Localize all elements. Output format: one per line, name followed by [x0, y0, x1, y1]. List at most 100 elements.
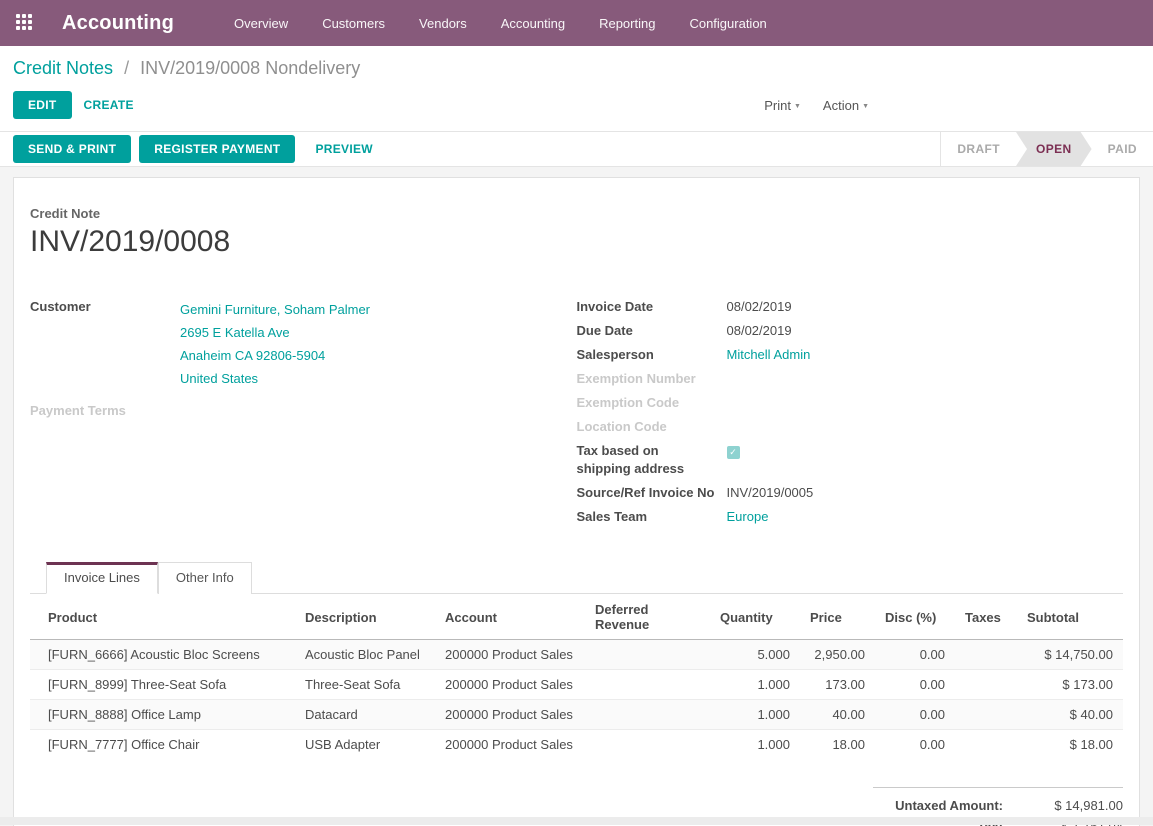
- document-number: INV/2019/0008: [30, 225, 1123, 259]
- cell-taxes: [955, 730, 1017, 760]
- cell-price: 2,950.00: [800, 640, 875, 670]
- cell-price: 173.00: [800, 670, 875, 700]
- main-menu: Overview Customers Vendors Accounting Re…: [234, 16, 767, 31]
- create-button[interactable]: CREATE: [72, 91, 146, 119]
- document-type-label: Credit Note: [30, 206, 1123, 221]
- col-price: Price: [800, 594, 875, 640]
- location-code-label: Location Code: [577, 415, 727, 439]
- col-quantity: Quantity: [710, 594, 800, 640]
- exemption-code-value: [727, 391, 1124, 415]
- customer-country[interactable]: United States: [180, 367, 577, 390]
- top-navbar: Accounting Overview Customers Vendors Ac…: [0, 0, 1153, 46]
- check-icon: ✓: [729, 448, 737, 457]
- cell-deferred: [585, 670, 710, 700]
- status-open[interactable]: OPEN: [1016, 132, 1092, 166]
- tax-shipping-checkbox[interactable]: ✓: [727, 446, 740, 459]
- print-label: Print: [764, 98, 791, 113]
- edit-button[interactable]: EDIT: [13, 91, 72, 119]
- notebook-tabs: Invoice Lines Other Info: [30, 561, 1123, 594]
- col-description: Description: [295, 594, 435, 640]
- cell-account: 200000 Product Sales: [435, 700, 585, 730]
- cell-description: Datacard: [295, 700, 435, 730]
- chevron-down-icon: ▼: [859, 103, 869, 110]
- tab-other-info[interactable]: Other Info: [158, 562, 252, 594]
- cell-quantity: 1.000: [710, 700, 800, 730]
- tab-invoice-lines[interactable]: Invoice Lines: [46, 562, 158, 594]
- breadcrumb-current: INV/2019/0008 Nondelivery: [140, 58, 360, 78]
- cell-taxes: [955, 700, 1017, 730]
- status-widget: DRAFT OPEN PAID: [940, 132, 1153, 166]
- breadcrumb-credit-notes[interactable]: Credit Notes: [13, 58, 113, 78]
- invoice-lines-table: Product Description Account Deferred Rev…: [30, 594, 1123, 759]
- cell-quantity: 1.000: [710, 730, 800, 760]
- table-header-row: Product Description Account Deferred Rev…: [30, 594, 1123, 640]
- menu-vendors[interactable]: Vendors: [419, 16, 467, 31]
- cell-description: Acoustic Bloc Panel: [295, 640, 435, 670]
- fields-left: Customer Gemini Furniture, Soham Palmer …: [30, 295, 577, 529]
- tax-shipping-label: Tax based on shipping address: [577, 439, 725, 481]
- status-draft[interactable]: DRAFT: [941, 132, 1016, 166]
- table-row[interactable]: [FURN_8999] Three-Seat Sofa Three-Seat S…: [30, 670, 1123, 700]
- send-print-button[interactable]: SEND & PRINT: [13, 135, 131, 163]
- cell-subtotal: $ 18.00: [1017, 730, 1123, 760]
- exemption-code-label: Exemption Code: [577, 391, 727, 415]
- control-panel: Credit Notes / INV/2019/0008 Nondelivery…: [0, 46, 1153, 131]
- col-disc: Disc (%): [875, 594, 955, 640]
- table-row[interactable]: [FURN_7777] Office Chair USB Adapter 200…: [30, 730, 1123, 760]
- cell-description: Three-Seat Sofa: [295, 670, 435, 700]
- cell-disc: 0.00: [875, 640, 955, 670]
- sales-team-label: Sales Team: [577, 505, 727, 529]
- location-code-value: [727, 415, 1124, 439]
- col-taxes: Taxes: [955, 594, 1017, 640]
- cell-disc: 0.00: [875, 730, 955, 760]
- print-dropdown[interactable]: Print▼: [764, 98, 801, 113]
- cell-disc: 0.00: [875, 670, 955, 700]
- due-date-label: Due Date: [577, 319, 727, 343]
- cell-taxes: [955, 640, 1017, 670]
- salesperson-value[interactable]: Mitchell Admin: [727, 343, 1124, 367]
- breadcrumb-separator: /: [118, 58, 135, 78]
- customer-street[interactable]: 2695 E Katella Ave: [180, 321, 577, 344]
- menu-reporting[interactable]: Reporting: [599, 16, 655, 31]
- sales-team-value[interactable]: Europe: [727, 505, 1124, 529]
- customer-label: Customer: [30, 295, 180, 393]
- cell-account: 200000 Product Sales: [435, 670, 585, 700]
- cell-subtotal: $ 40.00: [1017, 700, 1123, 730]
- customer-name-link[interactable]: Gemini Furniture, Soham Palmer: [180, 298, 577, 321]
- app-title[interactable]: Accounting: [62, 12, 174, 35]
- action-dropdown[interactable]: Action▼: [823, 98, 869, 113]
- register-payment-button[interactable]: REGISTER PAYMENT: [139, 135, 295, 163]
- cell-quantity: 5.000: [710, 640, 800, 670]
- cell-subtotal: $ 14,750.00: [1017, 640, 1123, 670]
- cell-disc: 0.00: [875, 700, 955, 730]
- source-ref-value: INV/2019/0005: [727, 481, 1124, 505]
- payment-terms-label: Payment Terms: [30, 399, 180, 423]
- horizontal-scrollbar[interactable]: [0, 817, 1153, 825]
- cell-product: [FURN_7777] Office Chair: [30, 730, 295, 760]
- col-account: Account: [435, 594, 585, 640]
- table-row[interactable]: [FURN_6666] Acoustic Bloc Screens Acoust…: [30, 640, 1123, 670]
- statusbar: SEND & PRINT REGISTER PAYMENT PREVIEW DR…: [0, 131, 1153, 167]
- menu-overview[interactable]: Overview: [234, 16, 288, 31]
- preview-button[interactable]: PREVIEW: [303, 135, 384, 163]
- credit-note-sheet: Credit Note INV/2019/0008 Customer Gemin…: [13, 177, 1140, 826]
- cell-product: [FURN_8999] Three-Seat Sofa: [30, 670, 295, 700]
- action-label: Action: [823, 98, 859, 113]
- invoice-date-value: 08/02/2019: [727, 295, 1124, 319]
- cell-quantity: 1.000: [710, 670, 800, 700]
- customer-city[interactable]: Anaheim CA 92806-5904: [180, 344, 577, 367]
- menu-accounting[interactable]: Accounting: [501, 16, 565, 31]
- status-paid[interactable]: PAID: [1092, 132, 1153, 166]
- menu-customers[interactable]: Customers: [322, 16, 385, 31]
- cell-product: [FURN_8888] Office Lamp: [30, 700, 295, 730]
- cell-deferred: [585, 730, 710, 760]
- cell-description: USB Adapter: [295, 730, 435, 760]
- table-row[interactable]: [FURN_8888] Office Lamp Datacard 200000 …: [30, 700, 1123, 730]
- apps-grid-icon[interactable]: [16, 14, 34, 32]
- chevron-down-icon: ▼: [791, 103, 801, 110]
- menu-configuration[interactable]: Configuration: [689, 16, 766, 31]
- col-product: Product: [30, 594, 295, 640]
- invoice-date-label: Invoice Date: [577, 295, 727, 319]
- cell-deferred: [585, 640, 710, 670]
- source-ref-label: Source/Ref Invoice No: [577, 481, 727, 505]
